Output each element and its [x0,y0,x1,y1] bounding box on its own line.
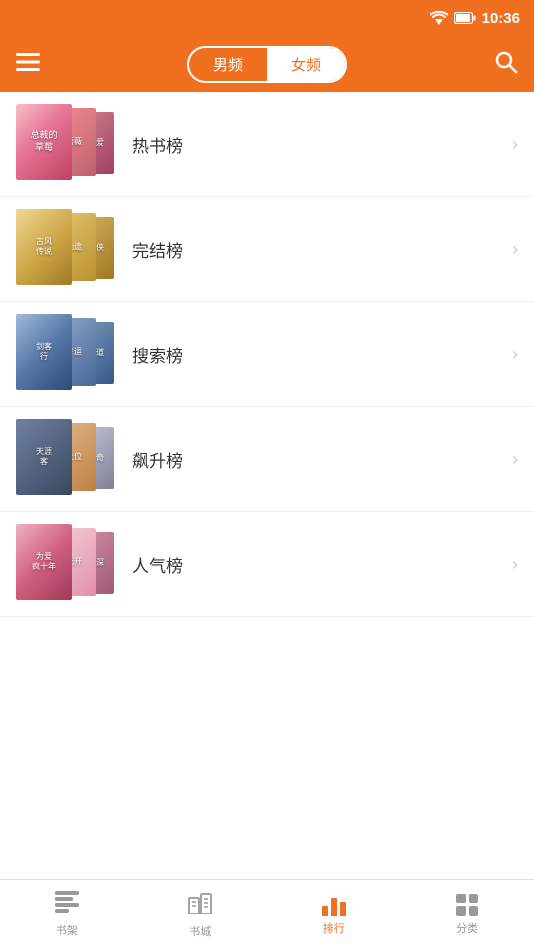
complete-label: 完结榜 [132,237,512,262]
wifi-icon [430,11,448,25]
rise-label: 飙升榜 [132,447,512,472]
hot-chevron: › [512,134,518,155]
nav-ranking-label: 排行 [323,920,345,936]
hot-book-covers: 恋爱 蔷薇 总裁的草莓 [16,104,116,184]
popular-cover-1: 为爱疯十年 [16,524,72,600]
nav-bookcity[interactable]: 书城 [134,880,268,949]
nav-category-label: 分类 [456,920,478,936]
popular-book-covers: 情深 花开 为爱疯十年 [16,524,116,604]
nav-bookshelf[interactable]: 书架 [0,880,134,949]
bookcity-icon [187,890,213,919]
complete-cover-1: 古风传说 [16,209,72,285]
status-icons: 10:36 [430,10,520,27]
header: 男频 女频 [0,36,534,92]
rise-ranking-item[interactable]: 传奇 上位 天涯客 飙升榜 › [0,407,534,512]
status-time: 10:36 [482,10,520,27]
menu-button[interactable] [16,53,40,75]
popular-ranking-item[interactable]: 情深 花开 为爱疯十年 人气榜 › [0,512,534,617]
rise-book-covers: 传奇 上位 天涯客 [16,419,116,499]
nav-bookcity-label: 书城 [189,923,211,939]
nav-ranking[interactable]: 排行 [267,880,401,949]
nav-category[interactable]: 分类 [401,880,534,949]
hot-label: 热书榜 [132,132,512,157]
category-icon [456,894,478,916]
rise-chevron: › [512,449,518,470]
tab-male[interactable]: 男频 [189,48,267,81]
complete-book-covers: 武侠 仙途 古风传说 [16,209,116,289]
search-cover-1: 剑客行 [16,314,72,390]
search-button[interactable] [494,50,518,79]
status-bar: 10:36 [0,0,534,36]
popular-chevron: › [512,554,518,575]
search-label: 搜索榜 [132,342,512,367]
popular-label: 人气榜 [132,552,512,577]
complete-ranking-item[interactable]: 武侠 仙途 古风传说 完结榜 › [0,197,534,302]
hot-cover-1: 总裁的草莓 [16,104,72,180]
search-ranking-item[interactable]: 传道 幸运 剑客行 搜索榜 › [0,302,534,407]
hot-ranking-item[interactable]: 恋爱 蔷薇 总裁的草莓 热书榜 › [0,92,534,197]
bookshelf-icon [54,891,80,918]
tab-female[interactable]: 女频 [267,48,345,81]
ranking-list: 恋爱 蔷薇 总裁的草莓 热书榜 › 武侠 仙途 古风传说 完结榜 › [0,92,534,879]
search-chevron: › [512,344,518,365]
complete-chevron: › [512,239,518,260]
bottom-navigation: 书架 书城 排行 [0,879,534,949]
rise-cover-1: 天涯客 [16,419,72,495]
gender-tab-switcher: 男频 女频 [187,46,347,83]
nav-bookshelf-label: 书架 [56,922,78,938]
ranking-icon [322,894,346,916]
battery-icon [454,12,476,24]
search-book-covers: 传道 幸运 剑客行 [16,314,116,394]
